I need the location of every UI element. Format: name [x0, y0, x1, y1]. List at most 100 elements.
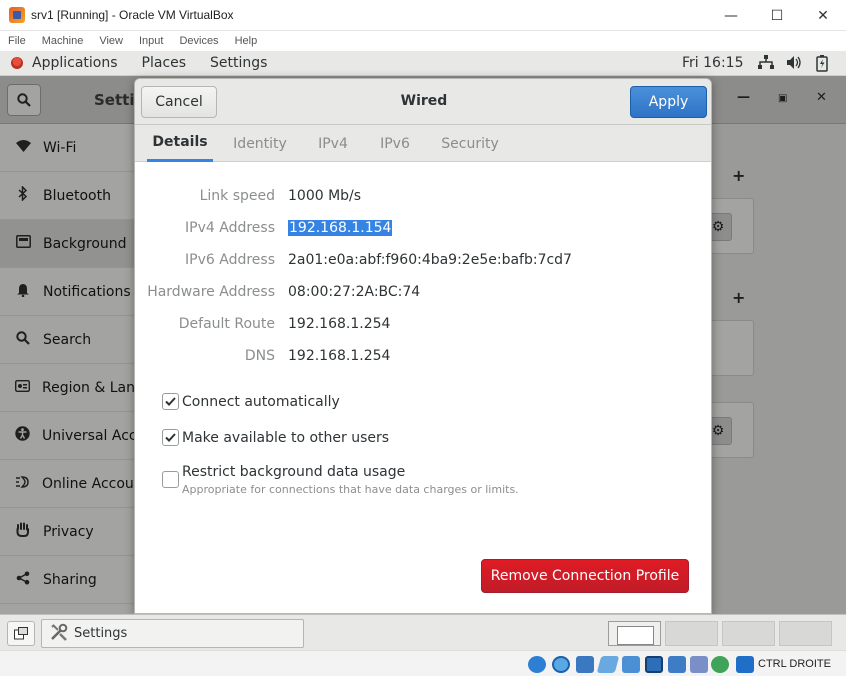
- search-icon: [15, 330, 31, 349]
- connect-automatically-checkbox[interactable]: [162, 393, 179, 410]
- wired-connection-card: ⚙: [704, 198, 754, 254]
- shared-folders-icon[interactable]: [622, 656, 640, 673]
- sidebar-item-label: Notifications: [43, 283, 131, 300]
- network-adapter-icon[interactable]: [668, 656, 686, 673]
- wired-dialog: Cancel Wired Apply Details Identity IPv4…: [134, 78, 712, 614]
- minimize-icon[interactable]: —: [737, 90, 750, 105]
- share-icon: [15, 571, 31, 589]
- dialog-title: Wired: [400, 93, 448, 109]
- dialog-tabs: Details Identity IPv4 IPv6 Security: [135, 125, 711, 162]
- default-route-value[interactable]: 192.168.1.254: [288, 316, 390, 332]
- workspace-3[interactable]: [722, 621, 775, 646]
- hardware-address-value[interactable]: 08:00:27:2A:BC:74: [288, 284, 420, 300]
- mouse-integration-icon[interactable]: [736, 656, 754, 673]
- ipv4-address-value[interactable]: 192.168.1.154: [288, 220, 393, 236]
- usb-icon[interactable]: [596, 656, 620, 673]
- vbox-window-title: srv1 [Running] - Oracle VM VirtualBox: [31, 8, 234, 22]
- checkmark-icon: [165, 397, 176, 406]
- sidebar-item-online-accounts[interactable]: Online Accounts: [0, 460, 155, 508]
- settings-sidebar: Wi-Fi Bluetooth Background Notifications…: [0, 124, 179, 614]
- default-route-label: Default Route: [178, 316, 275, 332]
- menu-input[interactable]: Input: [139, 35, 163, 47]
- workspace-1[interactable]: [608, 621, 661, 646]
- menu-devices[interactable]: Devices: [179, 35, 218, 47]
- settings-tools-icon: [50, 623, 68, 645]
- virtualbox-app-icon: [9, 7, 25, 23]
- dialog-headerbar: Cancel Wired Apply: [135, 79, 711, 125]
- places-menu[interactable]: Places: [142, 55, 187, 71]
- sidebar-item-notifications[interactable]: Notifications: [0, 268, 135, 316]
- hand-icon: [15, 522, 31, 541]
- search-icon: [17, 93, 31, 107]
- available-to-other-users-checkbox[interactable]: [162, 429, 179, 446]
- sidebar-item-universal-access[interactable]: Universal Access: [0, 412, 160, 460]
- vpn-card: [712, 320, 754, 376]
- ipv6-address-value[interactable]: 2a01:e0a:abf:f960:4ba9:2e5e:bafb:7cd7: [288, 252, 572, 268]
- sidebar-item-label: Sharing: [43, 571, 97, 588]
- volume-icon[interactable]: [786, 55, 802, 74]
- menu-file[interactable]: File: [8, 35, 26, 47]
- recording-icon[interactable]: [690, 656, 708, 673]
- cloud-icon: [15, 475, 30, 493]
- sidebar-item-label: Wi-Fi: [43, 139, 77, 156]
- restrict-background-data-label[interactable]: Restrict background data usage: [182, 464, 405, 480]
- background-icon: [15, 235, 31, 252]
- tab-details[interactable]: Details: [147, 125, 213, 162]
- hardware-address-label: Hardware Address: [147, 284, 275, 300]
- ipv4-address-label: IPv4 Address: [185, 220, 275, 236]
- remove-connection-profile-button[interactable]: Remove Connection Profile: [481, 559, 689, 593]
- sidebar-item-sharing[interactable]: Sharing: [0, 556, 135, 604]
- menu-machine[interactable]: Machine: [42, 35, 84, 47]
- workspace-2[interactable]: [665, 621, 718, 646]
- sidebar-item-label: Bluetooth: [43, 187, 111, 204]
- restrict-background-data-checkbox[interactable]: [162, 471, 179, 488]
- settings-app-menu[interactable]: Settings: [210, 55, 267, 71]
- vbox-statusbar: CTRL DROITE: [0, 650, 846, 676]
- close-icon[interactable]: ✕: [800, 0, 846, 31]
- battery-icon[interactable]: [816, 55, 828, 76]
- sidebar-item-search[interactable]: Search: [0, 316, 135, 364]
- menu-help[interactable]: Help: [235, 35, 258, 47]
- bell-icon: [15, 283, 31, 301]
- workspace-4[interactable]: [779, 621, 832, 646]
- sidebar-item-bluetooth[interactable]: Bluetooth: [0, 172, 135, 220]
- proxy-card: ⚙: [704, 402, 754, 458]
- audio-icon[interactable]: [576, 656, 594, 673]
- host-key-indicator: CTRL DROITE: [758, 658, 831, 670]
- maximize-icon[interactable]: ☐: [754, 0, 800, 31]
- sidebar-item-privacy[interactable]: Privacy: [0, 508, 135, 556]
- menu-view[interactable]: View: [99, 35, 123, 47]
- tab-ipv6[interactable]: IPv6: [373, 125, 417, 162]
- clock[interactable]: Fri 16:15: [682, 55, 743, 71]
- maximize-icon[interactable]: ▣: [778, 93, 787, 104]
- optical-drive-icon[interactable]: [552, 656, 570, 673]
- show-desktop-button[interactable]: [7, 621, 35, 646]
- sidebar-item-label: Privacy: [43, 523, 94, 540]
- connect-automatically-label[interactable]: Connect automatically: [182, 394, 340, 410]
- apply-button[interactable]: Apply: [630, 86, 707, 118]
- show-desktop-icon: [14, 627, 28, 640]
- link-speed-value[interactable]: 1000 Mb/s: [288, 188, 361, 204]
- tab-identity[interactable]: Identity: [225, 125, 295, 162]
- sidebar-item-background[interactable]: Background: [0, 220, 135, 268]
- available-to-other-users-label[interactable]: Make available to other users: [182, 430, 389, 446]
- sidebar-item-wifi[interactable]: Wi-Fi: [0, 124, 135, 172]
- display-icon[interactable]: [645, 656, 663, 673]
- add-icon[interactable]: +: [732, 288, 745, 307]
- tab-ipv4[interactable]: IPv4: [311, 125, 355, 162]
- tab-security[interactable]: Security: [435, 125, 505, 162]
- search-button[interactable]: [7, 84, 41, 116]
- minimize-icon[interactable]: —: [708, 0, 754, 31]
- applications-menu[interactable]: Applications: [32, 55, 118, 71]
- close-icon[interactable]: ✕: [816, 90, 827, 105]
- dns-value[interactable]: 192.168.1.254: [288, 348, 390, 364]
- hard-disk-icon[interactable]: [528, 656, 546, 673]
- wifi-icon: [15, 139, 31, 156]
- taskbar-item-settings[interactable]: Settings: [41, 619, 304, 648]
- add-icon[interactable]: +: [732, 166, 745, 185]
- network-icon[interactable]: [758, 55, 774, 74]
- sidebar-item-region[interactable]: Region & Language: [0, 364, 179, 412]
- sidebar-item-label: Background: [43, 235, 127, 252]
- cpu-icon[interactable]: [711, 656, 729, 673]
- accessibility-icon: [15, 426, 30, 445]
